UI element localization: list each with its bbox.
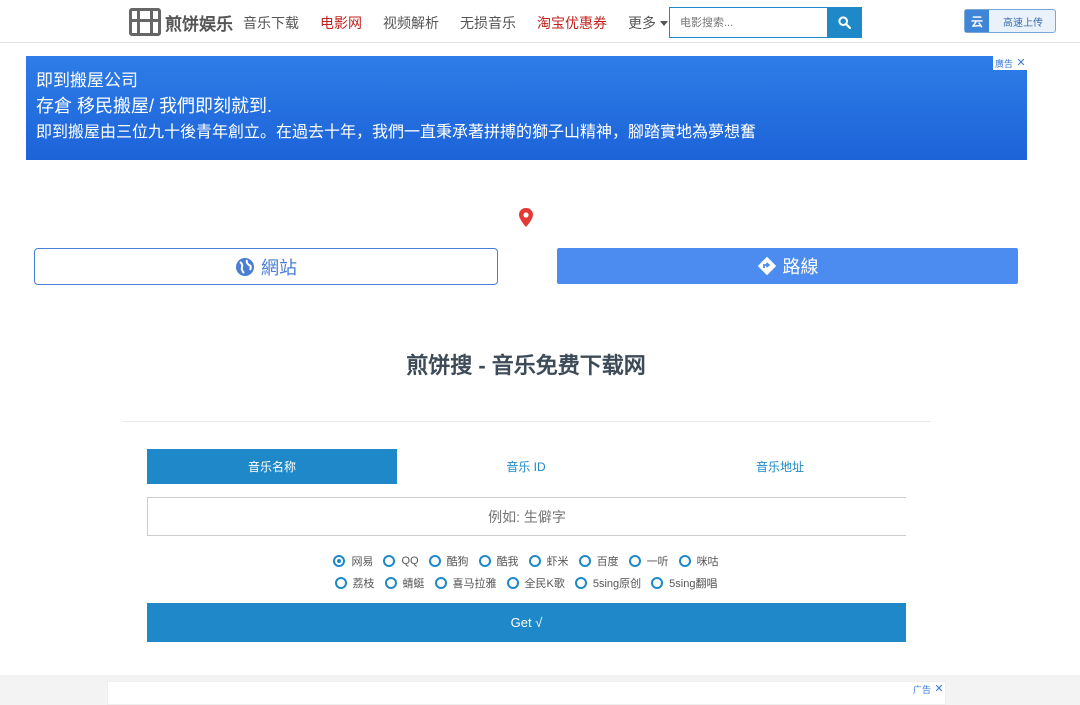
radio-empty-icon xyxy=(428,555,441,567)
nav-taobao-coupon[interactable]: 淘宝优惠券 xyxy=(537,13,607,33)
radio-netease[interactable]: 网易 xyxy=(333,553,373,569)
radio-5sing-original[interactable]: 5sing原创 xyxy=(574,575,641,591)
divider xyxy=(123,421,931,422)
get-button[interactable]: Get √ xyxy=(147,603,906,642)
ad-description: 即到搬屋由三位九十後青年創立。在過去十年，我們一直秉承著拼搏的獅子山精神，腳踏實… xyxy=(36,124,757,141)
nav-music-download[interactable]: 音乐下载 xyxy=(243,13,299,33)
radio-empty-icon xyxy=(678,555,691,567)
movie-search xyxy=(669,7,862,38)
ad-label: 广告 ✕ xyxy=(910,682,945,696)
nav-movie[interactable]: 电影网 xyxy=(320,13,362,33)
radio-empty-icon xyxy=(383,555,396,567)
radio-checked-icon xyxy=(333,555,346,567)
radio-qingting[interactable]: 蜻蜓 xyxy=(384,575,425,591)
page-title: 煎饼搜 - 音乐免费下载网 xyxy=(406,353,646,378)
tab-music-url[interactable]: 音乐地址 xyxy=(655,449,905,484)
logo-text: 煎饼娱乐 xyxy=(165,14,233,34)
bottom-ad-banner[interactable]: 广告 ✕ xyxy=(107,681,946,705)
movie-search-input[interactable] xyxy=(669,7,827,38)
nav-more-dropdown[interactable]: 更多 xyxy=(628,13,668,33)
ad-tag-text: 广告 xyxy=(912,684,931,695)
ad-headline: 即到搬屋公司 xyxy=(36,71,138,90)
radio-empty-icon xyxy=(578,555,591,567)
radio-empty-icon xyxy=(528,555,541,567)
radio-5sing-cover[interactable]: 5sing翻唱 xyxy=(651,575,717,591)
search-icon xyxy=(838,16,851,29)
directions-icon xyxy=(757,256,776,276)
radio-xiami[interactable]: 虾米 xyxy=(528,553,569,569)
radio-empty-icon xyxy=(628,555,641,567)
source-radio-row-2: 荔枝 蜻蜓 喜马拉雅 全民K歌 5sing原创 5sing翻唱 xyxy=(0,575,1052,591)
ad-tag-text: 廣告 xyxy=(994,58,1013,69)
top-navigation-bar: 煎饼娱乐 音乐下载 电影网 视频解析 无损音乐 淘宝优惠券 更多 云 高速上传 xyxy=(0,0,1080,43)
radio-yiting[interactable]: 一听 xyxy=(628,553,669,569)
ad-label: 廣告 ✕ xyxy=(992,56,1027,70)
route-button[interactable]: 路線 xyxy=(557,248,1018,284)
radio-qq[interactable]: QQ xyxy=(383,553,419,569)
radio-kuwo[interactable]: 酷我 xyxy=(478,553,519,569)
site-logo[interactable]: 煎饼娱乐 xyxy=(129,8,233,36)
cloud-icon: 云 xyxy=(965,10,989,32)
ad-close-icon[interactable]: ✕ xyxy=(933,682,945,696)
ad-close-icon[interactable]: ✕ xyxy=(1015,56,1027,70)
radio-empty-icon xyxy=(651,577,664,589)
website-button[interactable]: 網站 xyxy=(34,248,498,285)
fast-upload-button[interactable]: 云 高速上传 xyxy=(964,9,1056,33)
tab-music-name[interactable]: 音乐名称 xyxy=(147,449,397,484)
tab-music-id[interactable]: 音乐 ID xyxy=(397,449,655,484)
search-type-tabs: 音乐名称 音乐 ID 音乐地址 xyxy=(147,449,906,484)
nav-lossless-music[interactable]: 无损音乐 xyxy=(460,13,516,33)
film-icon xyxy=(129,8,161,36)
ad-subheadline: 存倉 移民搬屋/ 我們即刻就到. xyxy=(36,96,273,116)
main-nav: 音乐下载 电影网 视频解析 无损音乐 淘宝优惠券 更多 xyxy=(243,13,689,33)
globe-icon xyxy=(236,257,254,276)
radio-empty-icon xyxy=(434,577,447,589)
radio-kugou[interactable]: 酷狗 xyxy=(428,553,469,569)
radio-baidu[interactable]: 百度 xyxy=(578,553,619,569)
map-pin-icon xyxy=(519,208,533,227)
radio-empty-icon xyxy=(334,577,347,589)
source-radio-row-1: 网易 QQ 酷狗 酷我 虾米 百度 一听 咪咕 xyxy=(0,553,1052,569)
radio-lizhi[interactable]: 荔枝 xyxy=(334,575,375,591)
music-query-input[interactable] xyxy=(147,497,906,536)
website-label: 網站 xyxy=(261,257,297,278)
radio-kge[interactable]: 全民K歌 xyxy=(506,575,565,591)
radio-empty-icon xyxy=(384,577,397,589)
radio-empty-icon xyxy=(478,555,491,567)
radio-empty-icon xyxy=(506,577,519,589)
upload-label: 高速上传 xyxy=(1003,17,1043,29)
movie-search-button[interactable] xyxy=(827,7,862,38)
radio-empty-icon xyxy=(574,577,587,589)
radio-ximalaya[interactable]: 喜马拉雅 xyxy=(434,575,497,591)
route-label: 路線 xyxy=(782,257,819,277)
nav-video-parse[interactable]: 视频解析 xyxy=(383,13,439,33)
radio-migu[interactable]: 咪咕 xyxy=(678,553,719,569)
top-ad-banner[interactable]: 即到搬屋公司 存倉 移民搬屋/ 我們即刻就到. 即到搬屋由三位九十後青年創立。在… xyxy=(26,56,1027,160)
